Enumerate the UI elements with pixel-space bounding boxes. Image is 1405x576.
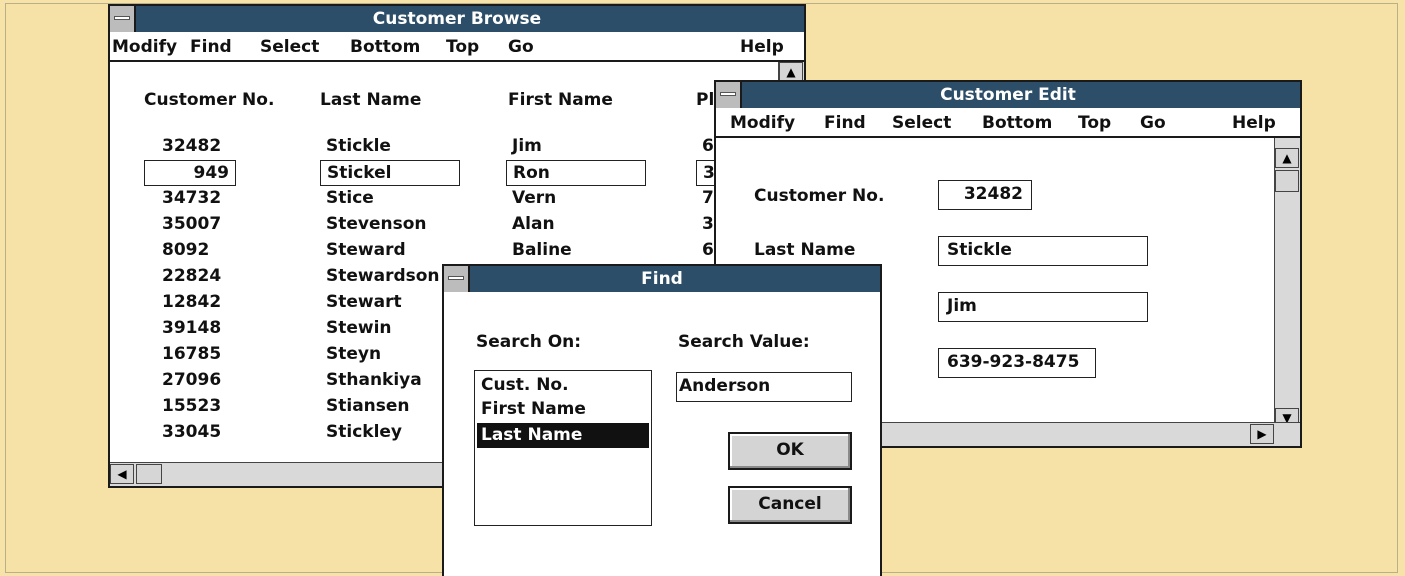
cell-last-name[interactable]: Stickle bbox=[326, 136, 391, 156]
search-value-input[interactable]: Anderson bbox=[676, 372, 852, 402]
cell-customer-no[interactable]: 16785 bbox=[162, 344, 221, 364]
cell-customer-no[interactable]: 34732 bbox=[162, 188, 221, 208]
arrow-left-icon[interactable]: ◀ bbox=[110, 464, 134, 484]
system-menu-icon[interactable] bbox=[444, 266, 470, 292]
cell-last-name[interactable]: Stickley bbox=[326, 422, 402, 442]
menu-go[interactable]: Go bbox=[1140, 113, 1166, 133]
option-cust-no[interactable]: Cust. No. bbox=[477, 373, 649, 398]
first-name-field[interactable]: Jim bbox=[938, 292, 1148, 322]
column-header-last-name[interactable]: Last Name bbox=[320, 90, 421, 110]
cell-customer-no[interactable]: 949 bbox=[144, 160, 236, 186]
cell-last-name[interactable]: Stiansen bbox=[326, 396, 410, 416]
menu-find[interactable]: Find bbox=[190, 37, 232, 57]
cell-last-name[interactable]: Stewin bbox=[326, 318, 392, 338]
cell-customer-no[interactable]: 22824 bbox=[162, 266, 221, 286]
cell-customer-no[interactable]: 32482 bbox=[162, 136, 221, 156]
cell-customer-no[interactable]: 8092 bbox=[162, 240, 209, 260]
customer-no-field[interactable]: 32482 bbox=[938, 180, 1032, 210]
option-last-name[interactable]: Last Name bbox=[477, 423, 649, 448]
scroll-thumb[interactable] bbox=[1275, 170, 1299, 192]
cell-last-name[interactable]: Stewardson bbox=[326, 266, 440, 286]
phone-field[interactable]: 639-923-8475 bbox=[938, 348, 1096, 378]
search-on-listbox[interactable]: Cust. No. First Name Last Name bbox=[474, 370, 652, 526]
cell-last-name[interactable]: Stewart bbox=[326, 292, 402, 312]
cell-last-name[interactable]: Steyn bbox=[326, 344, 381, 364]
menu-bottom[interactable]: Bottom bbox=[982, 113, 1052, 133]
arrow-up-icon[interactable]: ▲ bbox=[1275, 148, 1299, 168]
cell-first-name[interactable]: Vern bbox=[512, 188, 556, 208]
cell-first-name[interactable]: Jim bbox=[512, 136, 542, 156]
cell-last-name[interactable]: Stickel bbox=[320, 160, 460, 186]
browse-title: Customer Browse bbox=[372, 9, 542, 29]
cell-last-name[interactable]: Stice bbox=[326, 188, 374, 208]
cell-customer-no[interactable]: 35007 bbox=[162, 214, 221, 234]
system-menu-icon[interactable] bbox=[716, 82, 742, 108]
cell-first-name[interactable]: Alan bbox=[512, 214, 555, 234]
last-name-field[interactable]: Stickle bbox=[938, 236, 1148, 266]
cell-last-name[interactable]: Stevenson bbox=[326, 214, 427, 234]
menu-bottom[interactable]: Bottom bbox=[350, 37, 420, 57]
cell-customer-no[interactable]: 39148 bbox=[162, 318, 221, 338]
column-header-first-name[interactable]: First Name bbox=[508, 90, 613, 110]
option-first-name[interactable]: First Name bbox=[477, 397, 649, 422]
cell-phone[interactable]: 3 bbox=[702, 214, 714, 234]
cell-first-name[interactable]: Baline bbox=[512, 240, 572, 260]
find-dialog: Find Search On: Search Value: Cust. No. … bbox=[442, 264, 882, 576]
menu-modify[interactable]: Modify bbox=[112, 37, 177, 57]
cell-phone[interactable]: 6 bbox=[702, 240, 714, 260]
customer-no-label: Customer No. bbox=[754, 186, 885, 206]
menu-go[interactable]: Go bbox=[508, 37, 534, 57]
ok-button[interactable]: OK bbox=[728, 432, 852, 470]
menu-select[interactable]: Select bbox=[892, 113, 951, 133]
column-header-customer-no[interactable]: Customer No. bbox=[144, 90, 274, 110]
system-menu-icon[interactable] bbox=[110, 6, 136, 32]
menu-modify[interactable]: Modify bbox=[730, 113, 795, 133]
arrow-up-icon[interactable]: ▲ bbox=[779, 62, 803, 82]
arrow-right-icon[interactable]: ▶ bbox=[1250, 424, 1274, 444]
cancel-button[interactable]: Cancel bbox=[728, 486, 852, 524]
cell-customer-no[interactable]: 12842 bbox=[162, 292, 221, 312]
menu-top[interactable]: Top bbox=[1078, 113, 1111, 133]
cell-customer-no[interactable]: 33045 bbox=[162, 422, 221, 442]
edit-title: Customer Edit bbox=[940, 85, 1076, 105]
find-title: Find bbox=[641, 269, 683, 289]
cell-last-name[interactable]: Steward bbox=[326, 240, 406, 260]
menu-top[interactable]: Top bbox=[446, 37, 479, 57]
browse-menubar: Modify Find Select Bottom Top Go Help bbox=[110, 32, 804, 62]
edit-titlebar[interactable]: Customer Edit bbox=[716, 82, 1300, 108]
cell-last-name[interactable]: Sthankiya bbox=[326, 370, 422, 390]
edit-vertical-scrollbar[interactable]: ▲ ▼ bbox=[1274, 138, 1300, 428]
search-value-label: Search Value: bbox=[678, 332, 810, 352]
cell-customer-no[interactable]: 15523 bbox=[162, 396, 221, 416]
cell-phone[interactable]: 6 bbox=[702, 136, 714, 156]
menu-select[interactable]: Select bbox=[260, 37, 319, 57]
menu-help[interactable]: Help bbox=[1232, 113, 1276, 133]
cell-first-name[interactable]: Ron bbox=[506, 160, 646, 186]
column-header-phone[interactable]: Pl bbox=[696, 90, 714, 110]
edit-menubar: Modify Find Select Bottom Top Go Help bbox=[716, 108, 1300, 138]
find-titlebar[interactable]: Find bbox=[444, 266, 880, 292]
menu-help[interactable]: Help bbox=[740, 37, 784, 57]
browse-titlebar[interactable]: Customer Browse bbox=[110, 6, 804, 32]
edit-horizontal-scrollbar[interactable]: ▶ bbox=[866, 422, 1300, 446]
scroll-thumb[interactable] bbox=[136, 464, 162, 484]
last-name-label: Last Name bbox=[754, 240, 856, 260]
menu-find[interactable]: Find bbox=[824, 113, 866, 133]
cell-customer-no[interactable]: 27096 bbox=[162, 370, 221, 390]
search-on-label: Search On: bbox=[476, 332, 582, 352]
cell-phone[interactable]: 7 bbox=[702, 188, 714, 208]
